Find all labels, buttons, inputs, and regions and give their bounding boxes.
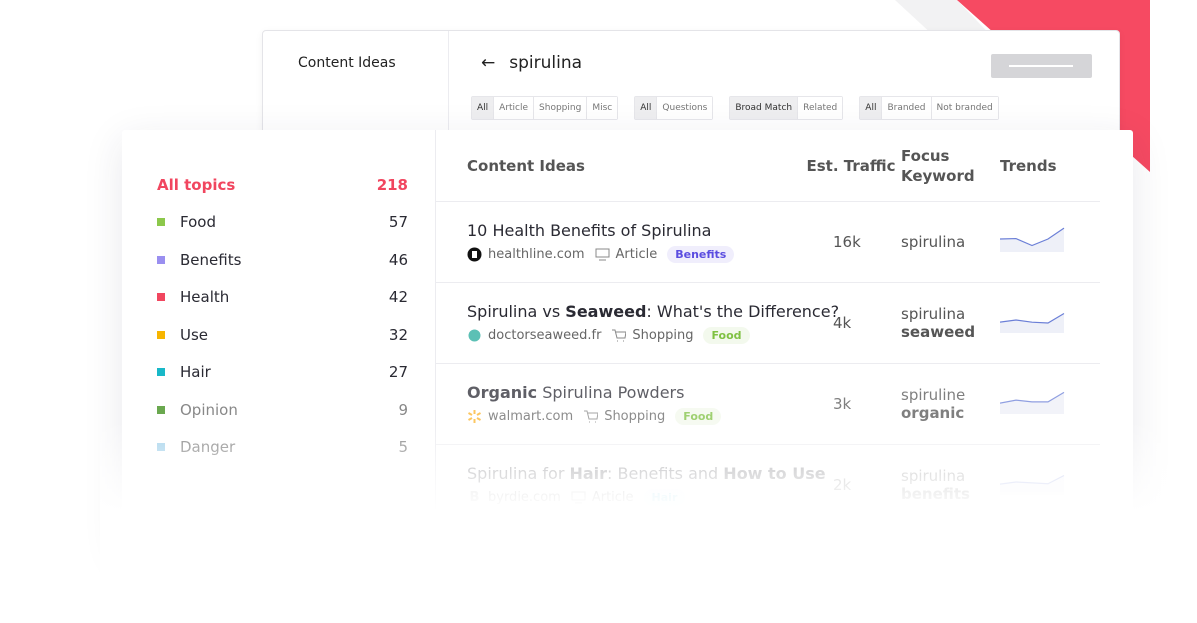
focus-keyword: spiruline organic <box>901 386 1000 422</box>
topic-color-swatch <box>157 330 165 339</box>
content-idea-cell: Spirulina vs Seaweed: What's the Differe… <box>436 302 839 344</box>
filter-bar: All Article Shopping Misc All Questions Broad … <box>471 96 999 120</box>
title-highlight: Seaweed <box>565 302 647 321</box>
idea-title[interactable]: 10 Health Benefits of Spirulina <box>467 221 801 240</box>
site-domain[interactable]: healthline.com <box>488 247 585 262</box>
topic-count: 57 <box>388 213 408 232</box>
trend-sparkline <box>999 388 1100 420</box>
topic-label: All topics <box>157 175 236 194</box>
est-traffic: 4k <box>833 314 852 332</box>
filter-option[interactable]: Misc <box>587 97 618 119</box>
sidebar-title: Content Ideas <box>298 55 396 71</box>
monitor-icon <box>595 247 610 262</box>
filter-option[interactable]: Questions <box>657 97 713 119</box>
content-type: Shopping <box>632 328 694 343</box>
topic-label: Food <box>180 213 216 232</box>
filter-option[interactable]: Broad Match <box>730 97 799 119</box>
topic-label: Opinion <box>180 400 238 419</box>
filter-option[interactable]: All <box>860 97 883 119</box>
filter-group: All Branded Not branded <box>859 96 999 120</box>
topic-label: Hair <box>180 363 211 382</box>
filter-option[interactable]: All <box>635 97 658 119</box>
topic-item[interactable]: Health 42 <box>157 279 408 317</box>
topic-count: 46 <box>388 250 408 269</box>
topic-color-swatch <box>157 293 165 302</box>
topic-count: 32 <box>388 325 408 344</box>
topic-color-swatch <box>157 255 165 264</box>
content-idea-cell: 10 Health Benefits of Spirulina healthlin… <box>436 221 801 263</box>
topic-count: 9 <box>398 400 408 419</box>
topic-color-swatch <box>157 218 165 227</box>
trend-area <box>1000 313 1064 333</box>
topic-item[interactable]: Hair 27 <box>157 354 408 392</box>
content-idea-cell: Organic Spirulina Powders walmart.com Shop… <box>436 383 801 425</box>
filter-option[interactable]: All <box>472 97 495 119</box>
topic-count: 218 <box>376 175 408 194</box>
table-row[interactable]: 10 Health Benefits of Spirulina healthlin… <box>436 202 1100 283</box>
topic-tag[interactable]: Food <box>703 327 750 344</box>
keyword-primary: spirulina <box>901 305 966 323</box>
keyword-primary: spirulina <box>901 233 966 251</box>
focus-keyword: spirulina <box>901 233 1000 251</box>
doctorseaweed-logo <box>467 328 482 343</box>
idea-meta: doctorseaweed.fr Shopping Food <box>467 327 801 344</box>
back-arrow-icon[interactable]: ← <box>481 53 495 73</box>
est-traffic: 3k <box>833 395 852 413</box>
title-text: Spirulina Powders <box>537 383 685 402</box>
keyword-secondary: seaweed <box>901 323 976 341</box>
title-highlight: Organic <box>467 383 538 402</box>
action-button[interactable] <box>991 54 1092 78</box>
trend-sparkline <box>999 226 1100 258</box>
table-header: Content Ideas Est. Traffic Focus Keyword… <box>436 130 1100 202</box>
filter-group: Broad Match Related <box>729 96 844 120</box>
header-traffic: Est. Traffic <box>806 156 896 175</box>
filter-option[interactable]: Not branded <box>931 97 998 119</box>
topic-label: Use <box>180 325 209 344</box>
search-query: spirulina <box>509 53 583 73</box>
filter-option[interactable]: Branded <box>882 97 932 119</box>
header-keyword: Focus Keyword <box>901 146 975 185</box>
title-text: 10 Health Benefits of Spirulina <box>467 221 712 240</box>
focus-keyword: spirulina seaweed <box>901 305 1000 341</box>
topic-color-swatch <box>157 368 165 377</box>
header-content-ideas: Content Ideas <box>467 156 585 175</box>
filter-group: All Article Shopping Misc <box>471 96 619 120</box>
title-text: Spirulina vs <box>467 302 566 321</box>
topic-color-swatch <box>157 405 165 414</box>
topic-count: 27 <box>388 363 408 382</box>
keyword-primary: spiruline <box>901 386 966 404</box>
table-row[interactable]: Spirulina vs Seaweed: What's the Differe… <box>436 283 1100 364</box>
topic-label: Health <box>180 288 230 307</box>
cart-icon <box>611 328 627 343</box>
filter-option[interactable]: Related <box>798 97 843 119</box>
idea-title[interactable]: Organic Spirulina Powders <box>467 383 801 402</box>
topic-item[interactable]: All topics 218 <box>157 166 408 204</box>
trend-sparkline <box>999 307 1100 339</box>
header-trends: Trends <box>1000 156 1057 175</box>
idea-title[interactable]: Spirulina vs Seaweed: What's the Differe… <box>467 302 839 321</box>
filter-group: All Questions <box>634 96 714 120</box>
fade-overlay <box>100 420 1197 623</box>
healthline-logo <box>467 247 482 262</box>
topic-item[interactable]: Benefits 46 <box>157 241 408 279</box>
topic-label: Benefits <box>180 250 242 269</box>
trend-area <box>1000 228 1064 252</box>
topic-item[interactable]: Food 57 <box>157 204 408 242</box>
search-panel: Content Ideas ← spirulina All Article Shopp… <box>262 30 1120 140</box>
filter-option[interactable]: Article <box>494 97 535 119</box>
trend-area <box>1000 392 1064 414</box>
filter-option[interactable]: Shopping <box>534 97 588 119</box>
site-domain[interactable]: doctorseaweed.fr <box>488 328 601 343</box>
est-traffic: 16k <box>833 233 861 251</box>
topic-tag[interactable]: Benefits <box>667 246 735 263</box>
content-type: Article <box>615 247 658 262</box>
topic-item[interactable]: Use 32 <box>157 316 408 354</box>
topic-count: 42 <box>388 288 408 307</box>
idea-meta: healthline.com Article Benefits <box>467 246 801 263</box>
